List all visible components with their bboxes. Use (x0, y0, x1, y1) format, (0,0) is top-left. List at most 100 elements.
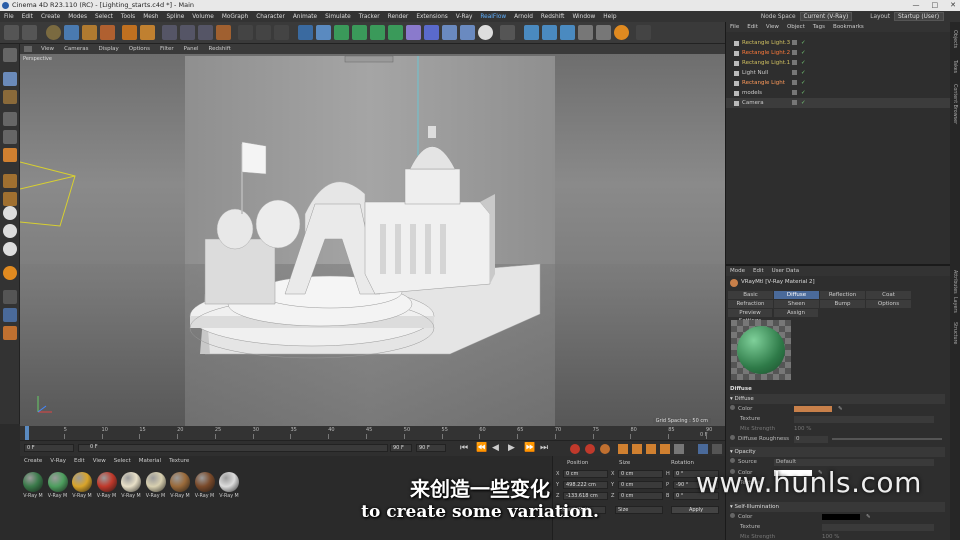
object-row[interactable]: models ✓ (726, 88, 951, 98)
diffuse-group-header[interactable]: ▾ Diffuse (730, 394, 945, 404)
menu-edit[interactable]: Edit (18, 14, 37, 20)
material-menu-select[interactable]: Select (110, 458, 135, 468)
visibility-dot-icon[interactable] (792, 90, 797, 95)
play-back-icon[interactable]: ◀ (492, 443, 499, 453)
pla-key-icon[interactable] (674, 444, 684, 454)
tab-refraction[interactable]: Refraction (728, 300, 773, 308)
material-menu-create[interactable]: Create (20, 458, 46, 468)
viewport-solo-icon[interactable] (3, 308, 17, 322)
opacity-group-header[interactable]: ▾ Opacity (730, 447, 945, 457)
maximize-button[interactable]: □ (932, 0, 939, 11)
floor-icon[interactable] (442, 25, 457, 40)
viewport-menu-options[interactable]: Options (124, 46, 155, 52)
menu-animate[interactable]: Animate (289, 14, 321, 20)
diffuse-roughness-field[interactable]: 0 (794, 436, 828, 443)
checkmark-icon[interactable]: ✓ (801, 48, 806, 58)
keyframe-dot-icon[interactable] (730, 405, 735, 410)
rotate-icon[interactable] (100, 25, 115, 40)
object-row[interactable]: Rectangle Light.2 ✓ (726, 48, 951, 58)
current-frame-field[interactable]: 0 F (88, 444, 128, 452)
menu-tracker[interactable]: Tracker (355, 14, 384, 20)
cube-icon[interactable] (298, 25, 313, 40)
side-tab-structure[interactable]: Structure (952, 322, 957, 344)
vray-logo-icon[interactable] (614, 25, 629, 40)
vray-side-icon[interactable] (3, 266, 17, 280)
object-row[interactable]: Light Null ✓ (726, 68, 951, 78)
side-tab-objects[interactable]: Objects (952, 30, 957, 48)
end-frame-field[interactable]: 90 F (390, 444, 412, 452)
y-axis-icon[interactable] (180, 25, 195, 40)
menu-realflow[interactable]: RealFlow (476, 14, 510, 20)
checkmark-icon[interactable]: ✓ (801, 68, 806, 78)
move-icon[interactable] (64, 25, 79, 40)
attribute-menu-mode[interactable]: Mode (726, 268, 749, 274)
material-menu-material[interactable]: Material (135, 458, 165, 468)
tab-assign[interactable]: Assign (774, 309, 818, 317)
viewport-menu-redshift[interactable]: Redshift (204, 46, 236, 52)
coordinate-system-icon[interactable] (216, 25, 231, 40)
vray-render-icon[interactable] (524, 25, 539, 40)
snap-settings-icon[interactable] (3, 224, 17, 238)
vray-toolbar-icon[interactable] (500, 25, 515, 40)
rotation-key-icon[interactable] (646, 444, 656, 454)
menu-extensions[interactable]: Extensions (412, 14, 451, 20)
object-menu-edit[interactable]: Edit (743, 24, 762, 30)
menu-volume[interactable]: Volume (188, 14, 218, 20)
material-menu-v-ray[interactable]: V-Ray (46, 458, 70, 468)
model-mode-icon[interactable] (3, 72, 17, 86)
vray-ipr-icon[interactable] (560, 25, 575, 40)
attribute-menu-edit[interactable]: Edit (749, 268, 768, 274)
visibility-dot-icon[interactable] (792, 70, 797, 75)
go-to-start-icon[interactable]: ⏮ (460, 443, 468, 453)
preview-end-field[interactable]: 90 F (416, 444, 446, 452)
polygons-mode-icon[interactable] (3, 148, 17, 162)
menu-character[interactable]: Character (252, 14, 289, 20)
side-tab-content-browser[interactable]: Content Browser (952, 84, 957, 124)
menu-file[interactable]: File (0, 14, 18, 20)
viewport-menu-cameras[interactable]: Cameras (59, 46, 93, 52)
keyframe-dot-icon[interactable] (730, 458, 735, 463)
timeline-playhead[interactable] (25, 426, 29, 440)
tweak-mode-icon[interactable] (3, 326, 17, 340)
attribute-menu-user-data[interactable]: User Data (768, 268, 803, 274)
menu-v-ray[interactable]: V-Ray (452, 14, 477, 20)
layout-dropdown[interactable]: Startup (User) (894, 12, 944, 21)
menu-window[interactable]: Window (568, 14, 599, 20)
checkmark-icon[interactable]: ✓ (801, 78, 806, 88)
texture-mode-icon[interactable] (3, 90, 17, 104)
start-frame-field[interactable]: 0 F (24, 444, 74, 452)
menu-render[interactable]: Render (384, 14, 413, 20)
add-icon[interactable] (140, 25, 155, 40)
checkmark-icon[interactable]: ✓ (801, 38, 806, 48)
object-row[interactable]: Rectangle Light.1 ✓ (726, 58, 951, 68)
step-back-icon[interactable]: ⏪ (476, 443, 487, 453)
scale-icon[interactable] (82, 25, 97, 40)
object-menu-bookmarks[interactable]: Bookmarks (829, 24, 868, 30)
viewport-menu-display[interactable]: Display (94, 46, 124, 52)
checkmark-icon[interactable]: ✓ (801, 58, 806, 68)
camera-icon[interactable] (460, 25, 475, 40)
tab-preview-settings[interactable]: Preview Settings (728, 309, 772, 324)
cloner-icon[interactable] (352, 25, 367, 40)
redo-icon[interactable] (22, 25, 37, 40)
menu-select[interactable]: Select (91, 14, 117, 20)
play-icon[interactable]: ▶ (508, 443, 515, 453)
vray-lights-icon[interactable] (596, 25, 611, 40)
self-illum-mix-value[interactable]: 100 % (822, 532, 839, 540)
visibility-dot-icon[interactable] (792, 50, 797, 55)
object-row[interactable]: Camera ✓ (726, 98, 951, 108)
menu-redshift[interactable]: Redshift (537, 14, 569, 20)
side-tab-layers[interactable]: Layers (952, 297, 957, 313)
snap-icon[interactable] (3, 206, 17, 220)
vray-asset-icon[interactable] (636, 25, 651, 40)
viewport-menu-filter[interactable]: Filter (155, 46, 179, 52)
keyframe-dot-icon[interactable] (730, 435, 735, 440)
lock-workplane-icon[interactable] (3, 290, 17, 304)
points-mode-icon[interactable] (3, 112, 17, 126)
checkmark-icon[interactable]: ✓ (801, 98, 806, 108)
object-row[interactable]: Rectangle Light ✓ (726, 78, 951, 88)
deformer-icon[interactable] (370, 25, 385, 40)
field-icon[interactable] (406, 25, 421, 40)
mix-strength-value[interactable]: 100 % (794, 424, 811, 434)
menu-mesh[interactable]: Mesh (139, 14, 162, 20)
